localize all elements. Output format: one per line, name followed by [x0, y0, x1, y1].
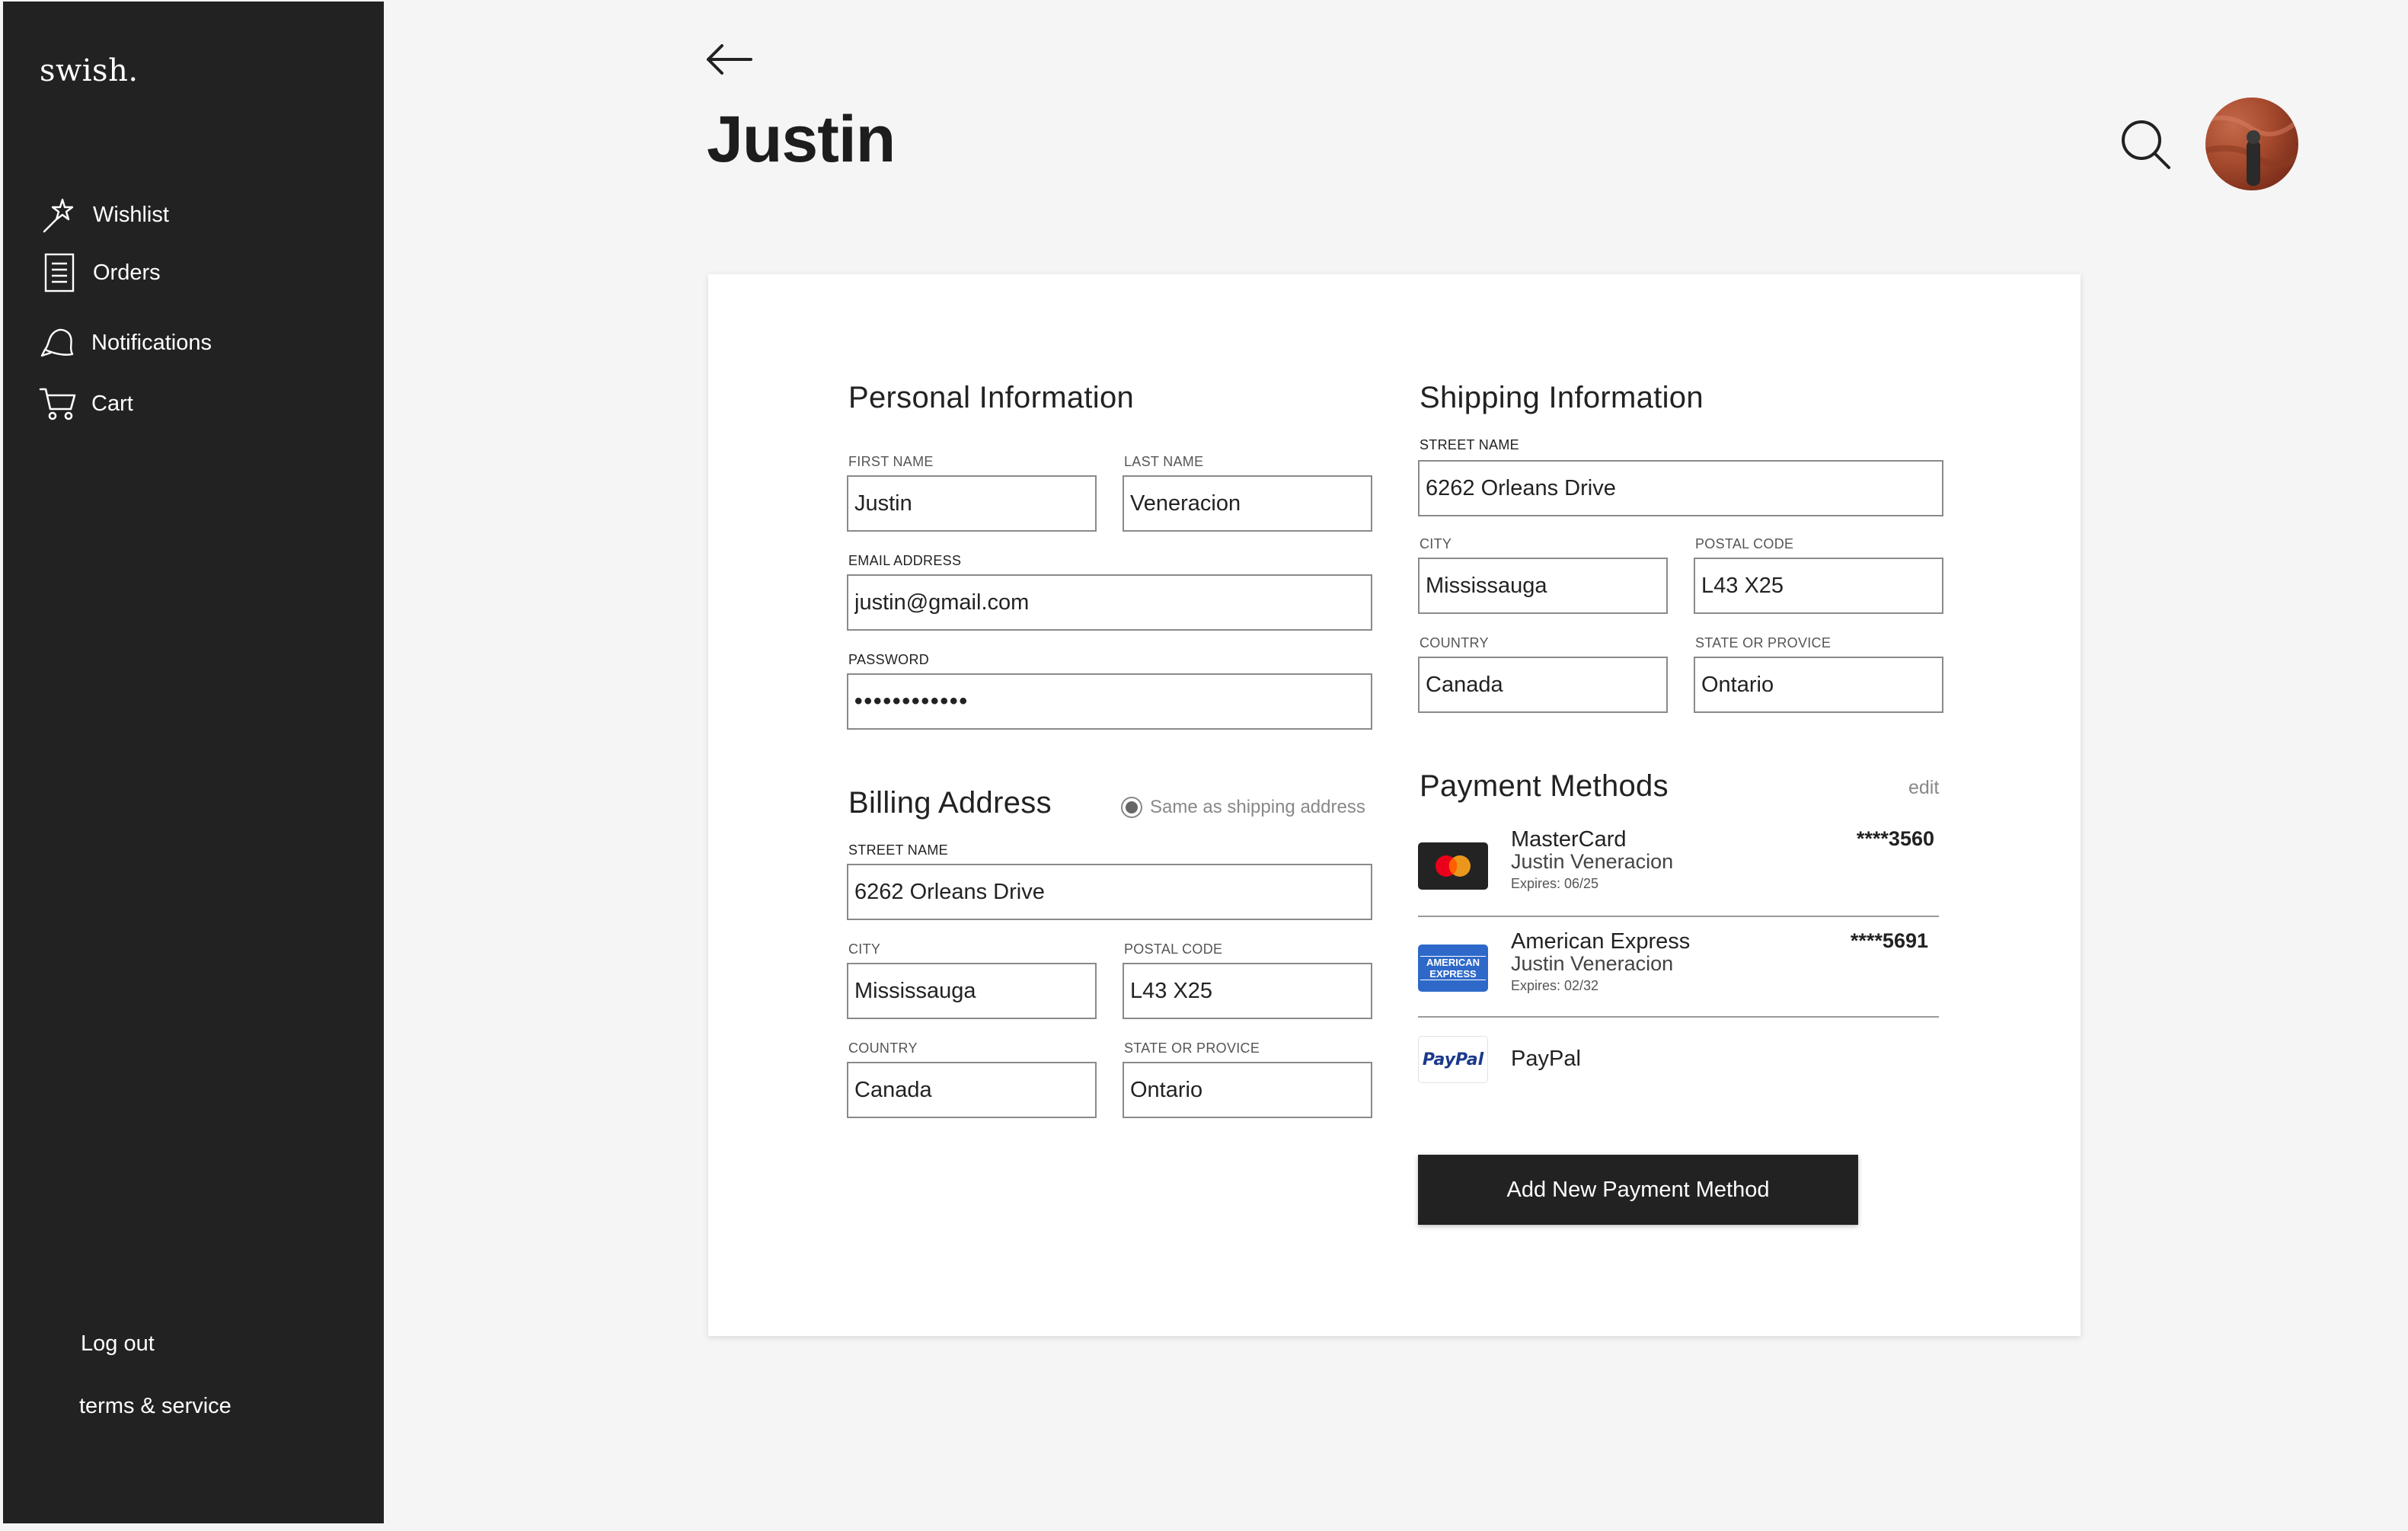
- same-as-shipping-label: Same as shipping address: [1150, 797, 1365, 817]
- paypal-icon: PayPal: [1418, 1036, 1488, 1083]
- bell-icon: [38, 323, 78, 363]
- billing-state-field[interactable]: [1123, 1062, 1372, 1118]
- shipping-country-label: COUNTRY: [1420, 635, 1489, 650]
- shipping-city-field[interactable]: [1418, 558, 1668, 614]
- first-name-label: FIRST NAME: [848, 454, 934, 469]
- page-title: Justin: [707, 103, 896, 176]
- payment-expiry: Expires: 06/25: [1511, 876, 1599, 891]
- shipping-country-field[interactable]: [1418, 657, 1668, 713]
- logout-link[interactable]: Log out: [81, 1331, 155, 1357]
- billing-address-title: Billing Address: [848, 786, 1052, 820]
- back-arrow-icon[interactable]: [705, 43, 754, 76]
- radio-button[interactable]: [1121, 797, 1142, 818]
- add-payment-method-button[interactable]: Add New Payment Method: [1418, 1155, 1858, 1225]
- personal-info-title: Personal Information: [848, 381, 1135, 414]
- divider: [1418, 916, 1939, 917]
- shipping-city-label: CITY: [1420, 536, 1452, 551]
- last-name-label: LAST NAME: [1124, 454, 1204, 469]
- payment-brand-name: MasterCard: [1511, 827, 1627, 852]
- shipping-postal-field[interactable]: [1694, 558, 1943, 614]
- document-icon: [40, 253, 79, 292]
- sidebar-item-wishlist[interactable]: Wishlist: [40, 195, 169, 235]
- payment-card-number: ****3560: [1856, 827, 1934, 850]
- payment-holder-name: Justin Veneracion: [1511, 952, 1674, 975]
- billing-city-field[interactable]: [847, 963, 1097, 1019]
- same-as-shipping-radio[interactable]: Same as shipping address: [1121, 797, 1365, 818]
- search-icon[interactable]: [2120, 119, 2172, 171]
- sidebar-item-label: Cart: [91, 391, 133, 416]
- shipping-street-field[interactable]: [1418, 460, 1943, 516]
- email-label: EMAIL ADDRESS: [848, 553, 962, 568]
- billing-street-label: STREET NAME: [848, 842, 948, 858]
- payment-brand-name: PayPal: [1511, 1047, 1581, 1071]
- divider: [1418, 1016, 1939, 1018]
- payment-brand-name: American Express: [1511, 929, 1691, 954]
- wand-icon: [40, 195, 79, 235]
- billing-street-field[interactable]: [847, 864, 1372, 920]
- sidebar-item-label: Notifications: [91, 330, 212, 355]
- payment-method-amex[interactable]: AMERICAN EXPRESS American Express Justin…: [1418, 928, 1939, 1012]
- amex-icon: AMERICAN EXPRESS: [1418, 944, 1488, 992]
- sidebar-item-cart[interactable]: Cart: [38, 384, 133, 424]
- email-field[interactable]: [847, 574, 1372, 631]
- payment-method-paypal[interactable]: PayPal PayPal: [1418, 1031, 1939, 1092]
- billing-postal-label: POSTAL CODE: [1124, 941, 1223, 957]
- cart-icon: [38, 384, 78, 424]
- sidebar-item-label: Orders: [93, 260, 161, 285]
- billing-country-field[interactable]: [847, 1062, 1097, 1118]
- shipping-street-label: STREET NAME: [1420, 437, 1519, 452]
- terms-link[interactable]: terms & service: [79, 1394, 232, 1419]
- sidebar-item-orders[interactable]: Orders: [40, 253, 161, 292]
- first-name-field[interactable]: [847, 475, 1097, 532]
- billing-city-label: CITY: [848, 941, 881, 957]
- edit-payment-link[interactable]: edit: [1908, 777, 1939, 799]
- sidebar-item-label: Wishlist: [93, 202, 169, 227]
- payment-card-number: ****5691: [1850, 929, 1928, 952]
- amex-logo-text: AMERICAN EXPRESS: [1420, 956, 1486, 980]
- paypal-logo-text: PayPal: [1422, 1050, 1484, 1069]
- password-field[interactable]: [847, 673, 1372, 730]
- logo: swish.: [40, 53, 139, 88]
- billing-postal-field[interactable]: [1123, 963, 1372, 1019]
- payment-holder-name: Justin Veneracion: [1511, 850, 1674, 873]
- shipping-state-field[interactable]: [1694, 657, 1943, 713]
- billing-country-label: COUNTRY: [848, 1040, 918, 1056]
- sidebar: swish. Wishlist Orders Notifications Car…: [3, 2, 384, 1523]
- payment-methods-title: Payment Methods: [1420, 769, 1669, 803]
- password-label: PASSWORD: [848, 652, 930, 667]
- account-card: Personal Information FIRST NAME LAST NAM…: [708, 274, 2081, 1336]
- billing-state-label: STATE OR PROVICE: [1124, 1040, 1260, 1056]
- last-name-field[interactable]: [1123, 475, 1372, 532]
- shipping-info-title: Shipping Information: [1420, 381, 1704, 414]
- avatar[interactable]: [2205, 97, 2298, 190]
- sidebar-item-notifications[interactable]: Notifications: [38, 323, 212, 363]
- mastercard-icon: [1418, 842, 1488, 890]
- shipping-postal-label: POSTAL CODE: [1695, 536, 1794, 551]
- shipping-state-label: STATE OR PROVICE: [1695, 635, 1832, 650]
- payment-expiry: Expires: 02/32: [1511, 978, 1599, 993]
- payment-method-mastercard[interactable]: MasterCard Justin Veneracion Expires: 06…: [1418, 826, 1939, 909]
